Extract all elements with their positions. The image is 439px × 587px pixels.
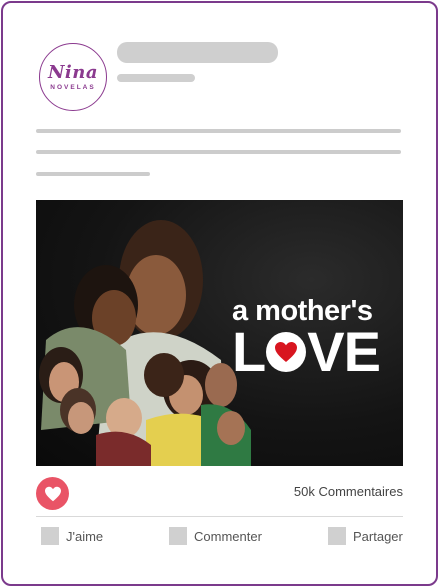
share-action-label: Partager bbox=[353, 528, 403, 544]
logo-subtitle: NOVELAS bbox=[50, 83, 96, 91]
poster-title: a mother's L VE bbox=[232, 296, 397, 383]
heart-icon bbox=[266, 332, 307, 372]
comment-action-label: Commenter bbox=[194, 528, 262, 544]
logo-text: Nina bbox=[47, 61, 99, 83]
text-line-placeholder bbox=[36, 150, 401, 154]
text-line-placeholder bbox=[36, 129, 401, 133]
text-line-placeholder bbox=[36, 172, 150, 176]
poster-title-l: L bbox=[232, 320, 266, 383]
like-action-label: J'aime bbox=[66, 528, 104, 544]
author-name-placeholder bbox=[117, 42, 278, 63]
comment-icon bbox=[169, 527, 187, 545]
divider bbox=[36, 516, 403, 517]
poster-title-ve: VE bbox=[307, 320, 381, 383]
heart-icon bbox=[44, 486, 61, 501]
post-meta-placeholder bbox=[117, 74, 195, 82]
avatar[interactable]: Nina NOVELAS bbox=[39, 43, 107, 111]
share-icon bbox=[328, 527, 346, 545]
like-icon bbox=[41, 527, 59, 545]
comments-count[interactable]: 50k Commentaires bbox=[294, 484, 403, 499]
comment-action[interactable]: Commenter bbox=[169, 527, 262, 545]
share-action[interactable]: Partager bbox=[328, 527, 403, 545]
poster-title-line2: L VE bbox=[232, 320, 397, 383]
post-image[interactable]: a mother's L VE bbox=[36, 200, 403, 466]
like-action[interactable]: J'aime bbox=[41, 527, 103, 545]
like-button[interactable] bbox=[36, 477, 69, 510]
